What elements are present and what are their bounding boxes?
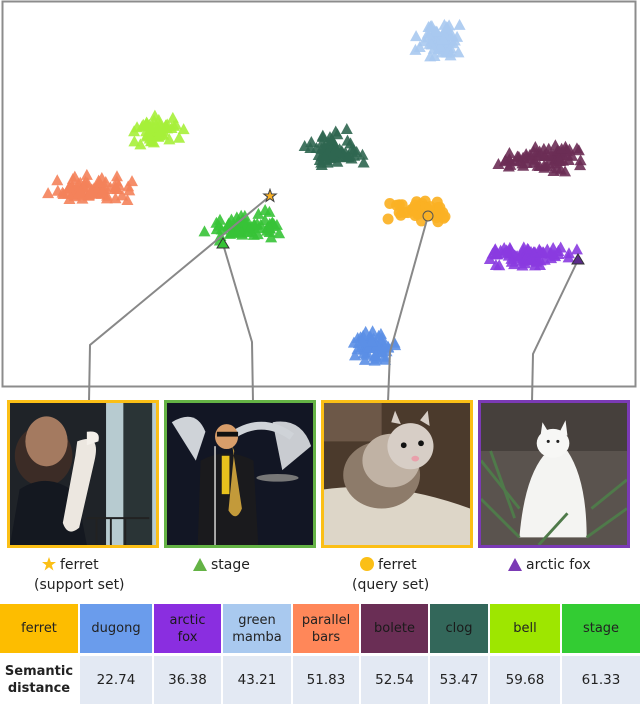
photo-arctic-fox — [478, 400, 630, 548]
scatter-plot — [1, 0, 637, 400]
table-header-ferret: ferret — [0, 604, 78, 653]
legend-label: stage — [211, 557, 250, 573]
legend-sublabel: (support set) — [34, 577, 125, 593]
table-header-green-mamba: green mamba — [223, 604, 291, 653]
triangle-icon — [508, 558, 522, 576]
data-point-ferret-query-set- — [384, 197, 396, 209]
photo-ferret-support-set — [7, 400, 159, 548]
row-label: Semantic distance — [4, 664, 74, 696]
data-point-ferret-query-set- — [439, 211, 451, 223]
legend-label: ferret — [378, 557, 417, 573]
table-header-stage: stage — [562, 604, 640, 653]
legend-query-ferret: ferret (query set) — [352, 556, 429, 594]
legend-stage: stage — [193, 556, 250, 576]
data-point-ferret-query-set- — [409, 209, 421, 221]
table-header-parallel-bars: parallel bars — [293, 604, 359, 653]
table-value-stage: 61.33 — [562, 656, 640, 704]
legend-arctic-fox: arctic fox — [508, 556, 591, 576]
legend-support-ferret: ferret (support set) — [34, 556, 125, 594]
circle-icon — [360, 557, 374, 576]
photo-stage — [164, 400, 316, 548]
legend-label: ferret — [60, 557, 99, 573]
table-value-dugong: 22.74 — [80, 656, 152, 704]
table-header-bell: bell — [490, 604, 560, 653]
legend-label: arctic fox — [526, 557, 591, 573]
data-point-ferret-query-set- — [409, 199, 421, 211]
table-header-clog: clog — [430, 604, 488, 653]
table-value-arctic-fox: 36.38 — [154, 656, 221, 704]
data-point-ferret-query-set- — [382, 213, 394, 225]
table-header-bolete: bolete — [361, 604, 428, 653]
triangle-icon — [193, 558, 207, 576]
data-point-ferret-query-set- — [434, 201, 446, 213]
table-value-clog: 53.47 — [430, 656, 488, 704]
table-value-bolete: 52.54 — [361, 656, 428, 704]
table-header-dugong: dugong — [80, 604, 152, 653]
table-value-parallel-bars: 51.83 — [293, 656, 359, 704]
star-icon — [42, 557, 56, 576]
photo-ferret-query-set — [321, 400, 473, 548]
table-header-arctic-fox: arctic fox — [154, 604, 221, 653]
highlight-query-ferret-point — [422, 210, 434, 222]
legend-sublabel: (query set) — [352, 577, 430, 593]
table-value-bell: 59.68 — [490, 656, 560, 704]
table-value-green-mamba: 43.21 — [223, 656, 291, 704]
